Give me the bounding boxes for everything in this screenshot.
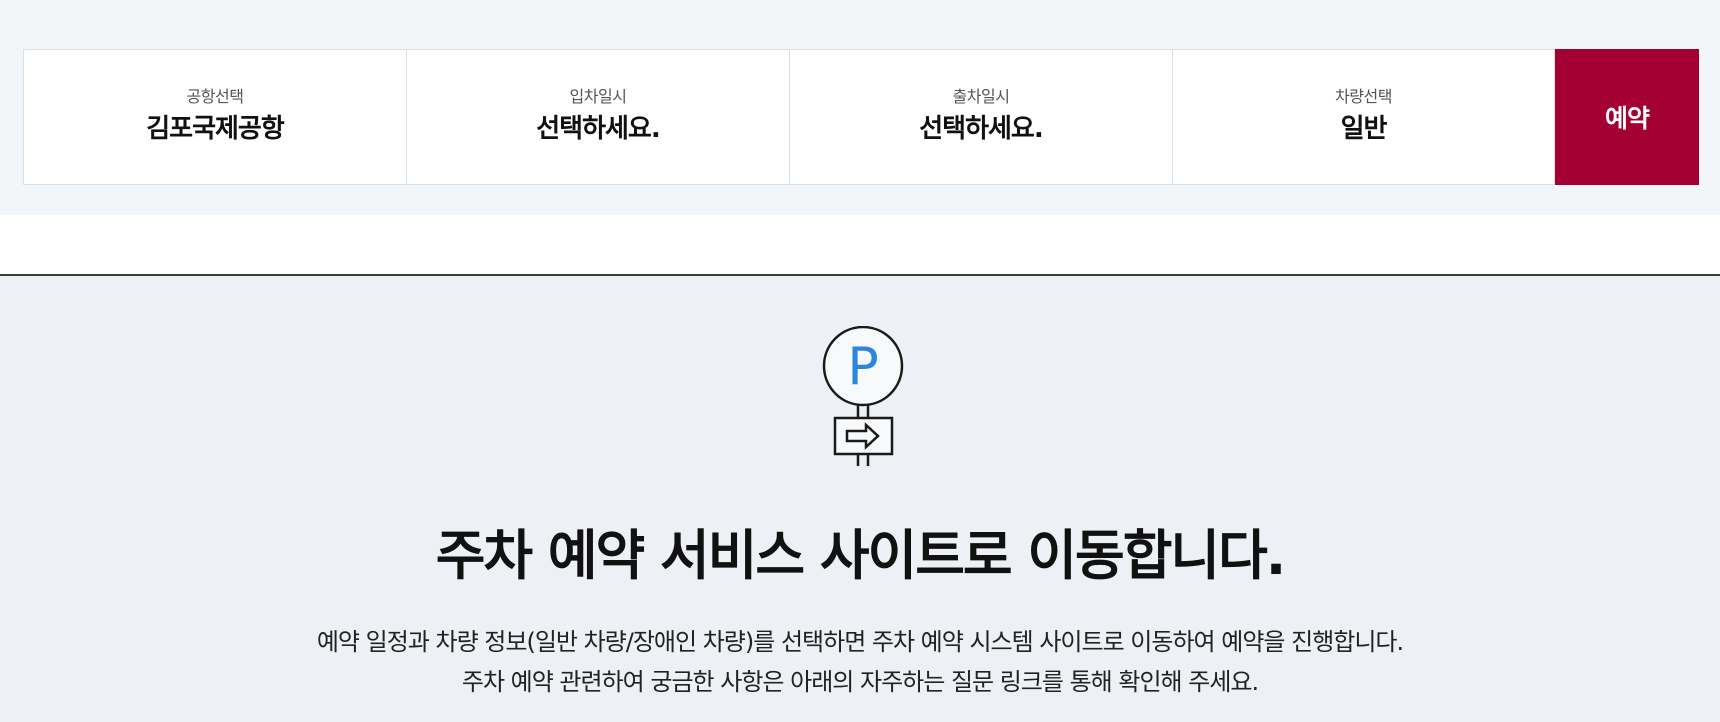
- vehicle-type-select[interactable]: 차량선택 일반: [1172, 49, 1555, 185]
- reserve-button[interactable]: 예약: [1555, 49, 1699, 185]
- entry-datetime-label: 입차일시: [569, 87, 627, 106]
- exit-datetime-select[interactable]: 출차일시 선택하세요.: [789, 49, 1172, 185]
- entry-datetime-select[interactable]: 입차일시 선택하세요.: [406, 49, 789, 185]
- parking-notice-section: P 주차 예약 서비스 사이트로 이동합니다. 예약 일정과 차량 정보(일반 …: [0, 276, 1720, 722]
- parking-letter: P: [847, 337, 878, 397]
- notice-headline: 주차 예약 서비스 사이트로 이동합니다.: [435, 524, 1287, 587]
- airport-select[interactable]: 공항선택 김포국제공항: [23, 49, 406, 185]
- airport-select-value: 김포국제공항: [146, 114, 285, 144]
- airport-select-label: 공항선택: [186, 87, 244, 106]
- notice-description-line-2: 주차 예약 관련하여 궁금한 사항은 아래의 자주하는 질문 링크를 통해 확인…: [461, 668, 1259, 696]
- entry-datetime-value: 선택하세요.: [536, 114, 660, 144]
- vehicle-type-label: 차량선택: [1335, 87, 1392, 106]
- exit-datetime-value: 선택하세요.: [919, 114, 1043, 144]
- reservation-search-section: 공항선택 김포국제공항 입차일시 선택하세요. 출차일시 선택하세요. 차량선택…: [0, 0, 1720, 215]
- exit-datetime-label: 출차일시: [952, 87, 1010, 106]
- parking-sign-icon: P: [820, 325, 906, 466]
- reservation-search-bar: 공항선택 김포국제공항 입차일시 선택하세요. 출차일시 선택하세요. 차량선택…: [23, 49, 1701, 185]
- vehicle-type-value: 일반: [1340, 114, 1388, 144]
- notice-description-line-1: 예약 일정과 차량 정보(일반 차량/장애인 차량)를 선택하면 주차 예약 시…: [316, 628, 1404, 656]
